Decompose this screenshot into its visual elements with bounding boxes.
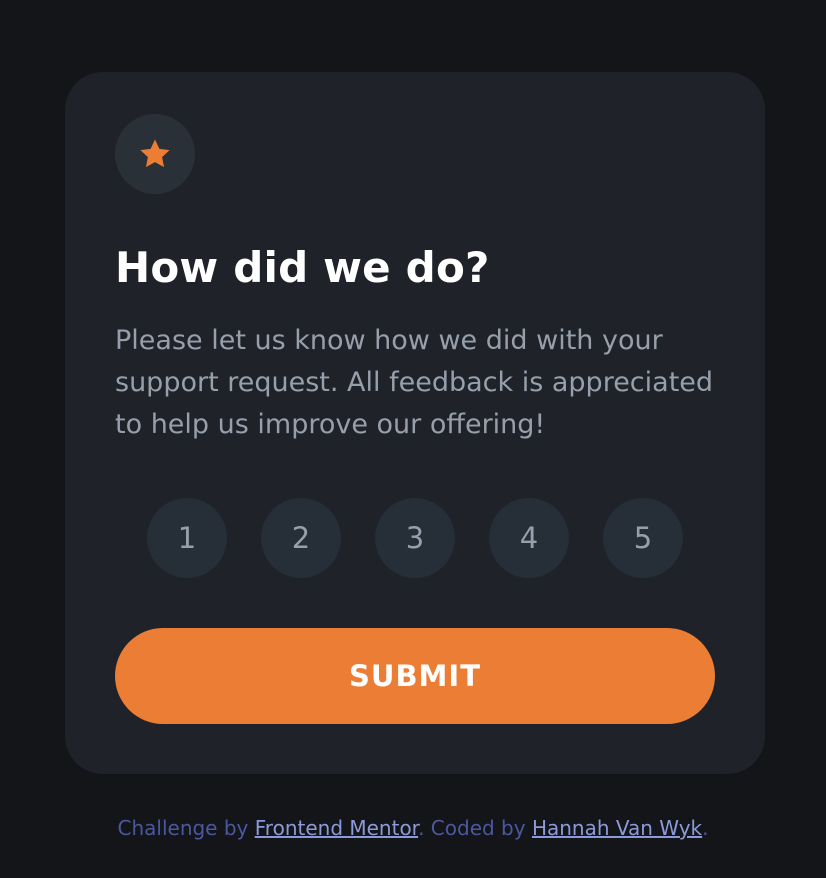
attribution-middle: . Coded by (418, 816, 532, 840)
star-icon (140, 139, 170, 168)
submit-button[interactable]: SUBMIT (115, 628, 715, 724)
author-link[interactable]: Hannah Van Wyk (532, 816, 702, 840)
card-description: Please let us know how we did with your … (115, 325, 714, 440)
attribution: Challenge by Frontend Mentor. Coded by H… (0, 814, 826, 842)
rating-button-3[interactable]: 3 (375, 498, 455, 578)
rating-options: 1 2 3 4 5 (147, 498, 683, 578)
rating-button-1[interactable]: 1 (147, 498, 227, 578)
rating-button-4[interactable]: 4 (489, 498, 569, 578)
frontend-mentor-link[interactable]: Frontend Mentor (255, 816, 418, 840)
card-title: How did we do? (115, 243, 490, 292)
star-icon-circle (115, 114, 195, 194)
rating-card: How did we do? Please let us know how we… (65, 72, 765, 774)
rating-button-5[interactable]: 5 (603, 498, 683, 578)
attribution-prefix: Challenge by (117, 816, 255, 840)
attribution-suffix: . (702, 816, 709, 840)
rating-button-2[interactable]: 2 (261, 498, 341, 578)
